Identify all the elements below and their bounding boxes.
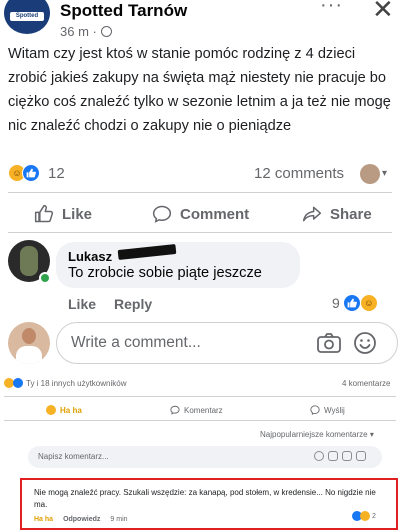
sticker-icon[interactable] [356, 451, 366, 461]
comment-bubble-icon [170, 405, 180, 415]
reactions-summary[interactable]: ☺ 12 12 comments ▾ [8, 164, 392, 184]
post-meta: 36 m · [60, 24, 112, 39]
haha-reaction-icon [46, 405, 56, 415]
comment-reply-button[interactable]: Reply [114, 296, 152, 312]
comment-count[interactable]: 12 comments [254, 165, 344, 182]
like-reaction-icon [22, 164, 40, 182]
post-card: Spotted Spotted Tarnów 36 m · ··· ✕ Wita… [0, 0, 400, 380]
divider [4, 420, 396, 421]
share-arrow-icon [302, 206, 322, 222]
thumbs-up-icon [34, 204, 54, 223]
post-action-bar: Like Comment Share [0, 200, 400, 230]
highlighted-comment-reactions[interactable]: 2 [352, 511, 376, 521]
snippet-action-bar: Ha ha Komentarz Wyślij [0, 402, 400, 418]
highlighted-reply-button[interactable]: Odpowiedz [63, 516, 100, 523]
haha-reaction-icon: ☺ [359, 294, 378, 312]
snippet-reactions-summary[interactable]: Ty i 18 innych użytkowników [4, 378, 127, 388]
comment-actions: Like Reply [68, 296, 152, 312]
highlighted-reaction-count: 2 [372, 512, 376, 520]
close-icon[interactable]: ✕ [372, 0, 394, 25]
page-logo: Spotted [10, 12, 44, 21]
highlighted-comment-actions: Ha ha Odpowiedz 9 min [34, 516, 128, 523]
snippet-reactions-text: Ty i 18 innych użytkowników [26, 378, 127, 388]
haha-button[interactable]: Ha ha [46, 405, 82, 415]
camera-icon[interactable] [316, 331, 342, 355]
reaction-icons: ☺ [8, 164, 40, 182]
share-button[interactable]: Share [302, 204, 372, 224]
snippet-comment-label: Komentarz [184, 405, 223, 415]
comment-text: To zrobcie sobie piąte jeszcze [68, 265, 262, 281]
reaction-count: 12 [48, 165, 65, 182]
redacted-surname [117, 243, 177, 261]
like-reaction-icon [342, 294, 361, 312]
sort-label: Najpopularniejsze komentarze [260, 430, 368, 439]
send-label: Wyślij [324, 405, 345, 415]
like-reaction-icon [13, 378, 23, 388]
comment-reaction-count: 9 [332, 295, 340, 311]
page-name[interactable]: Spotted Tarnów [60, 1, 187, 21]
divider [8, 192, 392, 193]
write-comment-row: Write a comment... [8, 322, 398, 368]
comment-input[interactable]: Write a comment... [56, 322, 398, 364]
gif-icon[interactable] [342, 451, 352, 461]
highlighted-haha-button[interactable]: Ha ha [34, 516, 53, 523]
globe-icon [100, 26, 112, 37]
comment-label: Comment [180, 205, 250, 223]
comment-bubble-icon [152, 205, 172, 223]
divider [4, 396, 396, 397]
emoji-icon[interactable] [314, 451, 324, 461]
camera-icon[interactable] [328, 451, 338, 461]
messenger-icon [310, 405, 320, 415]
snippet-comment-button[interactable]: Komentarz [170, 405, 223, 415]
comment-sort-dropdown[interactable]: Najpopularniejsze komentarze ▾ [260, 430, 374, 439]
page-avatar[interactable]: Spotted [4, 0, 50, 34]
post-time[interactable]: 36 m · [60, 24, 97, 39]
chevron-down-icon[interactable]: ▾ [382, 168, 387, 179]
comment-input-tools [314, 451, 366, 461]
comment-like-button[interactable]: Like [68, 296, 96, 312]
share-label: Share [330, 205, 372, 223]
user-avatar [8, 322, 50, 364]
haha-label: Ha ha [60, 405, 82, 415]
like-button[interactable]: Like [34, 204, 92, 224]
comment-item: Lukasz To zrobcie sobie piąte jeszcze Li… [8, 240, 398, 320]
more-icon[interactable]: ··· [320, 0, 343, 17]
emoji-icon[interactable] [353, 331, 377, 355]
comment-author[interactable]: Lukasz [68, 249, 112, 264]
highlighted-comment-text: Nie mogą znaleźć pracy. Szukali wszędzie… [34, 488, 376, 509]
comment-button[interactable]: Comment [152, 204, 249, 224]
snippet-comments-count[interactable]: 4 komentarze [342, 379, 390, 388]
viewer-avatar [360, 164, 380, 184]
haha-reaction-icon [360, 511, 370, 521]
divider [8, 232, 392, 233]
like-label: Like [62, 205, 93, 223]
send-button[interactable]: Wyślij [310, 405, 345, 415]
comment-reactions[interactable]: 9 ☺ [332, 294, 378, 312]
online-status-dot [39, 272, 51, 284]
comment-bubble: Lukasz To zrobcie sobie piąte jeszcze [56, 242, 300, 288]
highlighted-comment-time[interactable]: 9 min [110, 516, 127, 523]
post-text: Witam czy jest ktoś w stanie pomóc rodzi… [8, 46, 391, 134]
